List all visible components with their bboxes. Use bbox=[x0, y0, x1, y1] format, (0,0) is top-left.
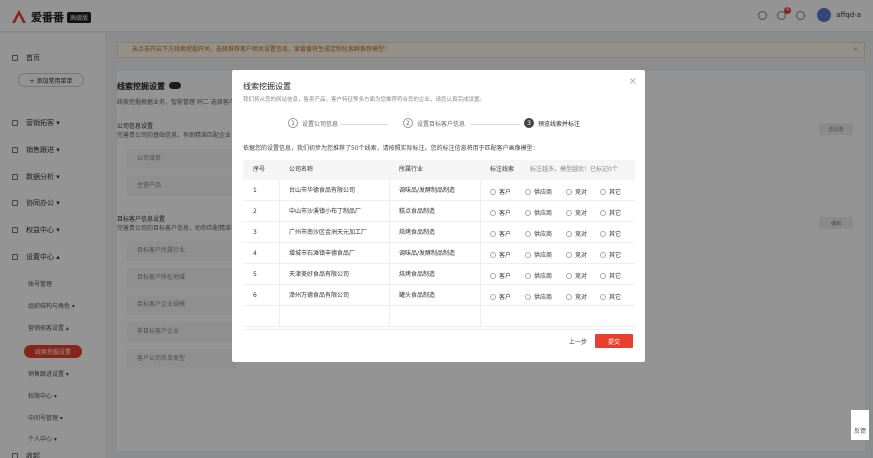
steps: 1 设置公司信息 2 设置目标客户信息 3 预览线索并标注 bbox=[288, 118, 588, 132]
radio-customer[interactable]: 客户 bbox=[490, 250, 511, 259]
prev-step-button[interactable]: 上一步 bbox=[569, 337, 587, 346]
radio-competitor[interactable]: 竞对 bbox=[566, 271, 587, 280]
radio-other[interactable]: 其它 bbox=[600, 271, 621, 280]
radio-supplier[interactable]: 供应商 bbox=[525, 229, 552, 238]
radio-customer[interactable]: 客户 bbox=[490, 187, 511, 196]
col-mark: 标注线索 bbox=[490, 166, 515, 173]
radio-customer[interactable]: 客户 bbox=[490, 208, 511, 217]
radio-supplier[interactable]: 供应商 bbox=[525, 271, 552, 280]
radio-other[interactable]: 其它 bbox=[600, 187, 621, 196]
leads-table: 序号 公司名称 所属行业 标注线索 标注越多，模型越优！已标记0个 1 台山市华… bbox=[243, 160, 635, 330]
table-row: 6 漳州万德食品有限公司 罐头食品制造 客户 供应商 竞对 其它 bbox=[243, 285, 635, 306]
close-icon[interactable]: × bbox=[629, 76, 637, 87]
step-3: 3 预览线索并标注 bbox=[524, 118, 580, 128]
modal-desc: 依据您的设置信息，我们初步为您推荐了50个线索，请按照实际标注。您的标注信息将用… bbox=[243, 145, 539, 152]
radio-other[interactable]: 其它 bbox=[600, 250, 621, 259]
table-row: 3 广州市南沙区金洲天元加工厂 焙烤食品制造 客户 供应商 竞对 其它 bbox=[243, 222, 635, 243]
table-row: 2 中山市沙溪镇小布丁制品厂 糕点食品制造 客户 供应商 竞对 其它 bbox=[243, 201, 635, 222]
col-industry: 所属行业 bbox=[399, 166, 424, 173]
radio-customer[interactable]: 客户 bbox=[490, 229, 511, 238]
step-divider bbox=[470, 124, 520, 125]
feedback-button[interactable]: 反馈 bbox=[851, 410, 869, 440]
radio-other[interactable]: 其它 bbox=[600, 208, 621, 217]
radio-supplier[interactable]: 供应商 bbox=[525, 187, 552, 196]
radio-competitor[interactable]: 竞对 bbox=[566, 187, 587, 196]
radio-competitor[interactable]: 竞对 bbox=[566, 250, 587, 259]
table-row bbox=[243, 306, 635, 327]
table-row: 5 天津美好食品有限公司 焙烤食品制造 客户 供应商 竞对 其它 bbox=[243, 264, 635, 285]
radio-other[interactable]: 其它 bbox=[600, 229, 621, 238]
radio-supplier[interactable]: 供应商 bbox=[525, 250, 552, 259]
lead-mining-modal: 线索挖掘设置 × 我们将从您的网站信息，售卖产品，客户特征等多方面为您推荐符合您… bbox=[232, 70, 645, 362]
table-header: 序号 公司名称 所属行业 标注线索 标注越多，模型越优！已标记0个 bbox=[243, 160, 635, 180]
radio-competitor[interactable]: 竞对 bbox=[566, 229, 587, 238]
table-row: 1 台山市华德食品有限公司 调味品/发酵制品制造 客户 供应商 竞对 其它 bbox=[243, 180, 635, 201]
step-2: 2 设置目标客户信息 bbox=[403, 118, 465, 128]
col-company: 公司名称 bbox=[289, 166, 314, 173]
radio-competitor[interactable]: 竞对 bbox=[566, 208, 587, 217]
modal-subtitle: 我们将从您的网站信息，售卖产品，客户特征等多方面为您推荐符合您的企业，请您认真完… bbox=[243, 97, 486, 103]
col-index: 序号 bbox=[253, 166, 266, 173]
col-hint: 标注越多，模型越优！已标记0个 bbox=[530, 166, 618, 173]
modal-title: 线索挖掘设置 bbox=[243, 82, 291, 91]
step-1: 1 设置公司信息 bbox=[288, 118, 338, 128]
radio-competitor[interactable]: 竞对 bbox=[566, 292, 587, 301]
radio-customer[interactable]: 客户 bbox=[490, 292, 511, 301]
submit-button[interactable]: 提交 bbox=[595, 334, 633, 348]
table-row: 4 增城市石滩镇丰德食品厂 调味品/发酵制品制造 客户 供应商 竞对 其它 bbox=[243, 243, 635, 264]
radio-supplier[interactable]: 供应商 bbox=[525, 292, 552, 301]
radio-other[interactable]: 其它 bbox=[600, 292, 621, 301]
radio-customer[interactable]: 客户 bbox=[490, 271, 511, 280]
step-divider bbox=[340, 124, 388, 125]
radio-supplier[interactable]: 供应商 bbox=[525, 208, 552, 217]
